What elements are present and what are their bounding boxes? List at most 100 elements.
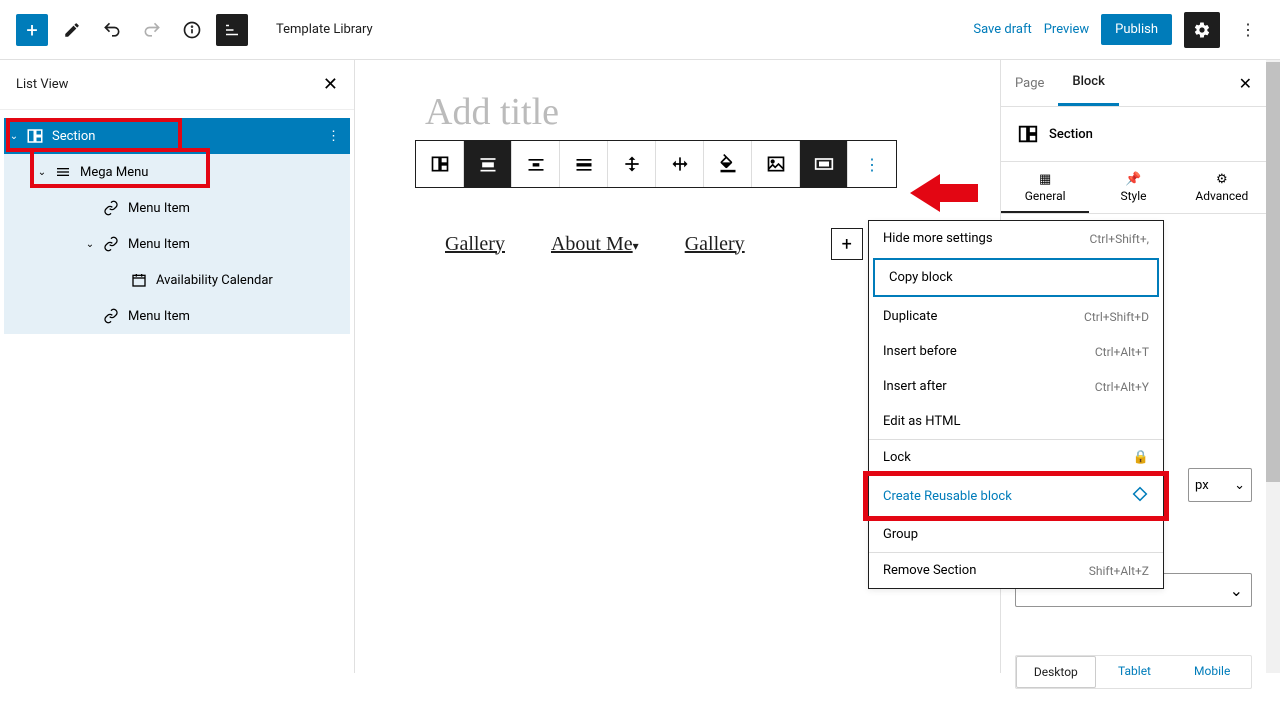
menu-item[interactable]: Duplicate Ctrl+Shift+D — [869, 299, 1163, 334]
unit-select[interactable]: px ⌄ — [1188, 468, 1252, 502]
toolbar-left: + Template Library — [16, 14, 373, 46]
tree-item[interactable]: ⌄Mega Menu — [4, 154, 350, 190]
calendar-icon — [128, 272, 150, 288]
list-view-header: List View ✕ — [0, 60, 354, 110]
menu-link-gallery2[interactable]: Gallery — [685, 233, 745, 256]
save-draft-link[interactable]: Save draft — [973, 22, 1031, 37]
chevron-down-icon: ⌄ — [1230, 581, 1243, 600]
toolbar-right: Save draft Preview Publish ⋮ — [973, 12, 1264, 48]
device-desktop[interactable]: Desktop — [1016, 656, 1096, 688]
block-tree: ⌄ Section ⋮ ⌄Mega Menu Menu Item ⌄ Menu Item Av… — [0, 110, 354, 334]
halign-button[interactable] — [656, 141, 704, 187]
menu-item-label: Create Reusable block — [883, 489, 1012, 504]
menu-item[interactable]: Insert before Ctrl+Alt+T — [869, 334, 1163, 369]
annotation-arrow — [910, 168, 980, 218]
lock-icon: 🔒 — [1133, 450, 1149, 465]
more-options-button[interactable]: ⋮ — [1232, 14, 1264, 46]
menu-item-label: Insert before — [883, 344, 957, 359]
close-settings-button[interactable]: ✕ — [1225, 74, 1266, 93]
subtab-label: Style — [1120, 189, 1146, 203]
list-view-button[interactable] — [216, 14, 248, 46]
scrollbar-thumb[interactable] — [1266, 62, 1280, 482]
subtab-general[interactable]: ▦General — [1001, 162, 1089, 213]
fullwidth-button[interactable] — [800, 141, 848, 187]
menu-item[interactable]: Edit as HTML — [869, 404, 1163, 439]
link-icon — [100, 308, 122, 324]
settings-button[interactable] — [1184, 12, 1220, 48]
align-wide-button[interactable] — [464, 141, 512, 187]
menu-item[interactable]: Insert after Ctrl+Alt+Y — [869, 369, 1163, 404]
menu-item-label: Lock — [883, 450, 911, 465]
tab-page[interactable]: Page — [1001, 62, 1058, 105]
edit-mode-button[interactable] — [56, 14, 88, 46]
tree-item-label: Menu Item — [128, 309, 190, 324]
preview-link[interactable]: Preview — [1044, 22, 1089, 37]
close-panel-button[interactable]: ✕ — [323, 74, 338, 95]
menu-item[interactable]: Lock 🔒 — [869, 440, 1163, 475]
chevron-down-icon: ⌄ — [1234, 478, 1245, 493]
undo-button[interactable] — [96, 14, 128, 46]
redo-button[interactable] — [136, 14, 168, 46]
menu-icon — [52, 164, 74, 180]
mega-menu: Gallery About Me Gallery + — [445, 228, 940, 260]
tree-item-label: Menu Item — [128, 201, 190, 216]
tree-item-label: Section — [52, 129, 95, 144]
caret-icon: ⌄ — [32, 167, 52, 178]
image-button[interactable] — [752, 141, 800, 187]
menu-item[interactable]: Copy block — [873, 258, 1159, 297]
unit-label: px — [1195, 478, 1209, 493]
publish-button[interactable]: Publish — [1101, 14, 1172, 45]
subtab-style[interactable]: 📌Style — [1089, 162, 1177, 213]
info-button[interactable] — [176, 14, 208, 46]
align-center-button[interactable] — [512, 141, 560, 187]
menu-item[interactable]: Group — [869, 517, 1163, 552]
block-type-button[interactable] — [416, 141, 464, 187]
tree-item[interactable]: ⌄ Menu Item — [4, 226, 350, 262]
menu-item-label: Duplicate — [883, 309, 937, 324]
tree-item[interactable]: Menu Item — [4, 298, 350, 334]
menu-item-label: Insert after — [883, 379, 947, 394]
menu-item[interactable]: Create Reusable block — [869, 475, 1163, 517]
block-more-button[interactable]: ⋮ — [848, 141, 896, 187]
item-more-icon[interactable]: ⋮ — [317, 129, 350, 144]
shortcut-label: Shift+Alt+Z — [1089, 564, 1149, 578]
subtab-advanced[interactable]: ⚙Advanced — [1178, 162, 1266, 213]
menu-item-label: Copy block — [889, 270, 953, 285]
color-button[interactable] — [704, 141, 752, 187]
page-title-input[interactable]: Add title — [425, 90, 940, 134]
align-full-button[interactable] — [560, 141, 608, 187]
device-tablet[interactable]: Tablet — [1096, 656, 1174, 688]
tree-item[interactable]: Availability Calendar — [4, 262, 350, 298]
menu-link-about[interactable]: About Me — [551, 233, 639, 256]
menu-item[interactable]: Hide more settingsCtrl+Shift+, — [869, 221, 1163, 256]
settings-tabs: Page Block ✕ — [1001, 60, 1266, 107]
caret-icon: ⌄ — [80, 239, 100, 250]
link-icon — [100, 200, 122, 216]
menu-item-label: Group — [883, 527, 918, 542]
subtab-label: General — [1025, 189, 1066, 203]
section-icon — [24, 127, 46, 145]
menu-item[interactable]: Remove Section Shift+Alt+Z — [869, 553, 1163, 588]
tree-item[interactable]: ⌄Section⋮ — [4, 118, 350, 154]
add-block-button[interactable]: + — [16, 14, 48, 46]
section-icon — [1017, 123, 1039, 145]
valign-button[interactable] — [608, 141, 656, 187]
block-name-label: Section — [1049, 127, 1093, 142]
reusable-icon — [1131, 485, 1149, 507]
add-menu-item-button[interactable]: + — [831, 228, 863, 260]
shortcut-label: Ctrl+Shift+D — [1084, 310, 1149, 324]
block-info: Section — [1001, 107, 1266, 161]
menu-link-gallery[interactable]: Gallery — [445, 233, 505, 256]
settings-subtabs: ▦General 📌Style ⚙Advanced — [1001, 161, 1266, 214]
tree-item-label: Menu Item — [128, 237, 190, 252]
shortcut-label: Ctrl+Alt+T — [1095, 345, 1149, 359]
tab-block[interactable]: Block — [1058, 60, 1118, 106]
shortcut-label: Ctrl+Alt+Y — [1095, 380, 1149, 394]
menu-item-label: Remove Section — [883, 563, 976, 578]
template-library-link[interactable]: Template Library — [276, 22, 373, 37]
tree-item[interactable]: Menu Item — [4, 190, 350, 226]
subtab-label: Advanced — [1195, 189, 1248, 203]
device-mobile[interactable]: Mobile — [1173, 656, 1251, 688]
block-toolbar: ⋮ — [415, 140, 897, 188]
top-toolbar: + Template Library Save draft Preview Pu… — [0, 0, 1280, 60]
